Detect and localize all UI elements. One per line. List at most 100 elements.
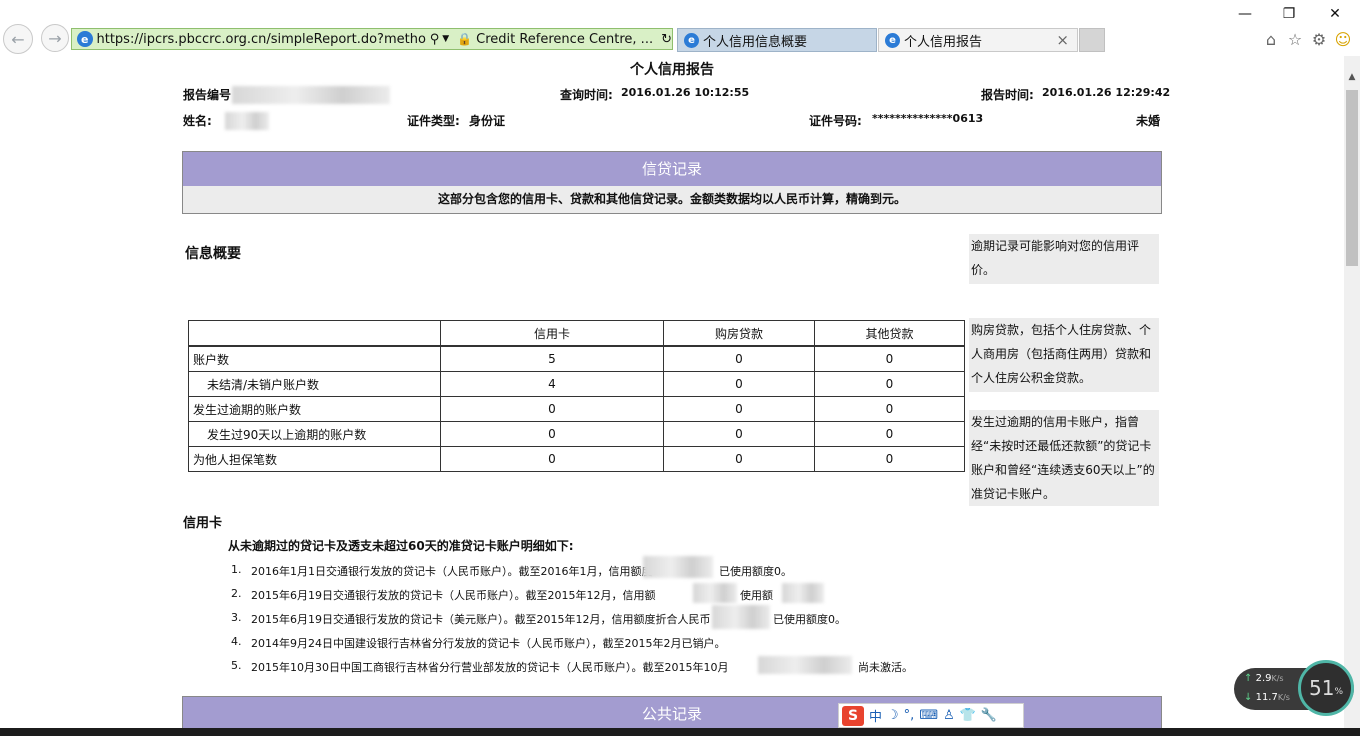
header-cell-blank bbox=[188, 320, 441, 347]
restore-icon: ❐ bbox=[1282, 6, 1296, 22]
report-time-label: 报告时间: bbox=[981, 88, 1034, 102]
id-type-label: 证件类型: bbox=[407, 114, 460, 128]
id-type-value: 身份证 bbox=[469, 114, 506, 128]
tab-credit-report[interactable]: e 个人信用报告 × bbox=[878, 28, 1078, 52]
table-row: 为他人担保笔数 0 0 0 bbox=[188, 446, 965, 472]
address-bar[interactable]: e https://ipcrs.pbccrc.org.cn/simpleRepo… bbox=[71, 28, 673, 50]
note-overdue-impact: 逾期记录可能影响对您的信用评价。 bbox=[969, 234, 1159, 284]
list-item-number: 1. bbox=[231, 563, 242, 576]
ime-toolbar[interactable]: S 中 ☽ °, ⌨ ♙ 👕 🔧 bbox=[838, 703, 1024, 728]
list-item-text-tail: 已使用额度0。 bbox=[719, 565, 792, 578]
list-item-number: 5. bbox=[231, 659, 242, 672]
skin-shirt-icon[interactable]: 👕 bbox=[960, 708, 976, 723]
back-button[interactable]: ← bbox=[3, 24, 33, 54]
minimize-button[interactable]: — bbox=[1233, 4, 1257, 24]
cell-value: 0 bbox=[814, 396, 965, 422]
url-text[interactable]: https://ipcrs.pbccrc.org.cn/simpleReport… bbox=[97, 32, 426, 47]
note-housing-loan: 购房贷款，包括个人住房贷款、个人商用房（包括商住两用）贷款和个人住房公积金贷款。 bbox=[969, 318, 1159, 392]
marital-status: 未婚 bbox=[1136, 114, 1161, 128]
cell-value: 0 bbox=[663, 396, 815, 422]
restore-button[interactable]: ❐ bbox=[1277, 4, 1301, 24]
ime-chinese-mode[interactable]: 中 bbox=[869, 706, 882, 725]
row-label: 未结清/未销户账户数 bbox=[188, 371, 441, 397]
close-icon: ✕ bbox=[1329, 6, 1341, 22]
report-time-value: 2016.01.26 12:29:42 bbox=[1042, 86, 1171, 99]
lock-icon[interactable]: 🔒 bbox=[457, 32, 472, 46]
new-tab-button[interactable] bbox=[1079, 28, 1105, 52]
download-unit: K/s bbox=[1277, 693, 1290, 702]
row-label: 发生过逾期的账户数 bbox=[188, 396, 441, 422]
cell-value: 0 bbox=[814, 446, 965, 472]
row-label: 为他人担保笔数 bbox=[188, 446, 441, 472]
list-item-number: 2. bbox=[231, 587, 242, 600]
memory-gauge[interactable]: 51% bbox=[1298, 660, 1354, 716]
sogou-logo-icon[interactable]: S bbox=[842, 705, 864, 726]
header-cell-other-loan: 其他贷款 bbox=[814, 320, 965, 347]
star-icon: ☆ bbox=[1287, 29, 1303, 49]
cell-value: 4 bbox=[440, 371, 664, 397]
query-time-value: 2016.01.26 10:12:55 bbox=[621, 86, 750, 99]
forward-button[interactable]: → bbox=[41, 24, 69, 52]
close-window-button[interactable]: ✕ bbox=[1323, 4, 1347, 24]
cell-value: 0 bbox=[814, 345, 965, 372]
report-no-label: 报告编号 bbox=[183, 88, 232, 102]
tab-label: 个人信用报告 bbox=[904, 34, 983, 50]
upload-arrow-icon: ↑ bbox=[1244, 673, 1253, 684]
search-icon[interactable]: ⚲ bbox=[430, 32, 440, 47]
cell-value: 5 bbox=[440, 345, 664, 372]
site-identity[interactable]: Credit Reference Centre, ... bbox=[476, 32, 653, 47]
scrollbar-thumb[interactable] bbox=[1346, 90, 1358, 266]
keyboard-icon[interactable]: ⌨ bbox=[919, 708, 938, 723]
credit-card-title: 信用卡 bbox=[183, 516, 223, 531]
punctuation-icon[interactable]: °, bbox=[904, 708, 915, 723]
scroll-up-arrow-icon[interactable]: ▲ bbox=[1344, 72, 1360, 82]
gauge-value: 51 bbox=[1308, 676, 1335, 700]
cell-value: 0 bbox=[663, 371, 815, 397]
credit-section-banner: 信贷记录 这部分包含您的信用卡、贷款和其他信贷记录。金额类数据均以人民币计算，精… bbox=[182, 151, 1162, 214]
arrow-left-icon: ← bbox=[11, 29, 25, 49]
redacted-value bbox=[693, 583, 737, 603]
dropdown-arrow-icon[interactable]: ▼ bbox=[442, 34, 449, 44]
id-no-value: **************0613 bbox=[872, 112, 984, 125]
taskbar bbox=[0, 728, 1360, 736]
browser-chrome: ← → e https://ipcrs.pbccrc.org.cn/simple… bbox=[0, 0, 1360, 56]
upload-value: 2.9 bbox=[1255, 673, 1272, 684]
header-cell-credit-card: 信用卡 bbox=[440, 320, 664, 347]
gauge-unit: % bbox=[1334, 687, 1343, 697]
header-cell-housing-loan: 购房贷款 bbox=[663, 320, 815, 347]
table-row: 账户数 5 0 0 bbox=[188, 345, 965, 372]
list-item-text-tail: 尚未激活。 bbox=[858, 661, 913, 674]
gear-icon: ⚙ bbox=[1311, 29, 1327, 49]
list-item-text: 2015年10月30日中国工商银行吉林省分行营业部发放的贷记卡（人民币账户）。截… bbox=[251, 661, 729, 674]
moon-icon[interactable]: ☽ bbox=[887, 708, 899, 723]
report-title: 个人信用报告 bbox=[630, 62, 714, 78]
redacted-report-no bbox=[232, 86, 390, 104]
credit-card-intro: 从未逾期过的贷记卡及透支未超过60天的准贷记卡账户明细如下: bbox=[228, 539, 574, 553]
cell-value: 0 bbox=[440, 446, 664, 472]
list-item-text-tail: 使用额 bbox=[740, 589, 773, 602]
feedback-button[interactable]: ☺ bbox=[1333, 29, 1353, 49]
tools-button[interactable]: ⚙ bbox=[1309, 29, 1329, 49]
favorites-button[interactable]: ☆ bbox=[1285, 29, 1305, 49]
redacted-name bbox=[225, 112, 269, 130]
name-label: 姓名: bbox=[183, 114, 212, 128]
close-tab-icon[interactable]: × bbox=[1056, 31, 1069, 49]
credit-section-subheader: 这部分包含您的信用卡、贷款和其他信贷记录。金额类数据均以人民币计算，精确到元。 bbox=[437, 192, 906, 206]
refresh-icon[interactable]: ↻ bbox=[661, 32, 672, 47]
table-row: 发生过90天以上逾期的账户数 0 0 0 bbox=[188, 421, 965, 447]
note-overdue-account: 发生过逾期的信用卡账户，指曾经“未按时还最低还款额”的贷记卡账户和曾经“连续透支… bbox=[969, 410, 1159, 506]
row-label: 账户数 bbox=[188, 345, 441, 372]
wrench-icon[interactable]: 🔧 bbox=[981, 708, 997, 723]
home-icon: ⌂ bbox=[1265, 29, 1277, 49]
tab-credit-summary[interactable]: e 个人信用信息概要 bbox=[677, 28, 877, 52]
upload-speed: ↑ 2.9K/s bbox=[1244, 673, 1284, 684]
list-item-text: 2015年6月19日交通银行发放的贷记卡（人民币账户）。截至2015年12月，信… bbox=[251, 589, 656, 602]
user-icon[interactable]: ♙ bbox=[943, 708, 955, 723]
redacted-value bbox=[712, 605, 770, 629]
credit-section-header: 信贷记录 bbox=[183, 152, 1161, 186]
row-label: 发生过90天以上逾期的账户数 bbox=[188, 421, 441, 447]
tab-label: 个人信用信息概要 bbox=[703, 34, 808, 50]
cell-value: 0 bbox=[663, 446, 815, 472]
redacted-value bbox=[643, 556, 713, 578]
home-button[interactable]: ⌂ bbox=[1261, 29, 1281, 49]
